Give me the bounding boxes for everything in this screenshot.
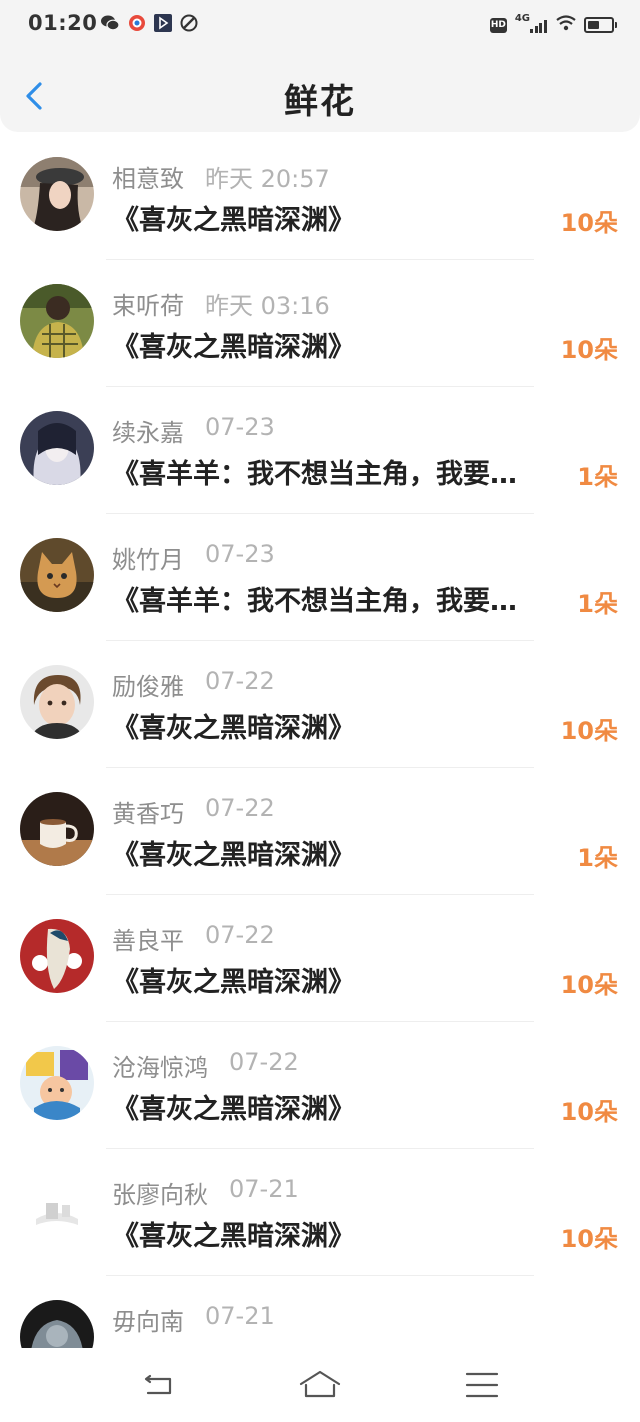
send-time: 昨天 20:57 [205, 165, 330, 193]
work-title[interactable]: 《喜灰之黑暗深渊》 [112, 960, 355, 999]
sender-name: 毋向南 [112, 1308, 184, 1336]
sender-name: 沧海惊鸿 [112, 1054, 208, 1082]
list-item[interactable]: 黄香巧 07-22 《喜灰之黑暗深渊》 1朵 [0, 768, 640, 895]
list-item[interactable]: 张廖向秋 07-21 《喜灰之黑暗深渊》 10朵 [0, 1149, 640, 1276]
send-time: 07-21 [205, 1302, 275, 1330]
work-title[interactable]: 《喜灰之黑暗深渊》 [112, 1341, 355, 1348]
flower-count: 1朵 [577, 590, 618, 618]
home-nav-button[interactable] [298, 1368, 342, 1402]
avatar[interactable] [20, 1046, 94, 1120]
home-icon [299, 1370, 341, 1398]
flower-count: 1朵 [577, 463, 618, 491]
work-title[interactable]: 《喜灰之黑暗深渊》 [112, 1087, 355, 1126]
network-type: 4G [514, 12, 530, 24]
flower-count: 10朵 [560, 1098, 618, 1126]
browser-app-icon [180, 14, 198, 36]
flower-count: 10朵 [560, 717, 618, 745]
menu-icon [465, 1372, 499, 1398]
avatar[interactable] [20, 1300, 94, 1348]
system-status: HD 4G [482, 12, 617, 36]
send-time: 07-22 [205, 794, 275, 822]
battery-level [588, 21, 599, 29]
sender-name: 励俊雅 [112, 673, 184, 701]
flower-count: 1朵 [577, 844, 618, 872]
avatar[interactable] [20, 792, 94, 866]
flower-record-list[interactable]: 相意致 昨天 20:57 《喜灰之黑暗深渊》 10朵 束听荷 昨天 03:16 《喜灰之黑暗… [0, 133, 640, 1348]
list-item[interactable]: 沧海惊鸿 07-22 《喜灰之黑暗深渊》 10朵 [0, 1022, 640, 1149]
signal-icon [530, 18, 548, 33]
list-item[interactable]: 善良平 07-22 《喜灰之黑暗深渊》 10朵 [0, 895, 640, 1022]
flower-count: 10朵 [560, 336, 618, 364]
work-title[interactable]: 《喜灰之黑暗深渊》 [112, 833, 355, 872]
wechat-icon [100, 14, 120, 36]
back-icon [144, 1374, 172, 1395]
wifi-icon [556, 15, 576, 35]
avatar[interactable] [20, 157, 94, 231]
list-item[interactable]: 姚竹月 07-23 《喜羊羊：我不想当主角，我要… 1朵 [0, 514, 640, 641]
sender-name: 黄香巧 [112, 800, 184, 828]
header: 鲜花 [0, 50, 640, 132]
send-time: 07-22 [229, 1048, 299, 1076]
battery-icon [584, 17, 617, 33]
sender-name: 续永嘉 [112, 419, 184, 447]
status-bar: 01:20 HD 4G [0, 0, 640, 50]
send-time: 07-23 [205, 413, 275, 441]
work-title[interactable]: 《喜灰之黑暗深渊》 [112, 198, 355, 237]
work-title[interactable]: 《喜羊羊：我不想当主角，我要… [112, 452, 517, 491]
send-time: 07-23 [205, 540, 275, 568]
avatar[interactable] [20, 1173, 94, 1247]
list-item[interactable]: 励俊雅 07-22 《喜灰之黑暗深渊》 10朵 [0, 641, 640, 768]
system-navigation-bar [0, 1348, 640, 1422]
list-item[interactable]: 续永嘉 07-23 《喜羊羊：我不想当主角，我要… 1朵 [0, 387, 640, 514]
avatar[interactable] [20, 665, 94, 739]
flower-count: 10朵 [560, 209, 618, 237]
list-item[interactable]: 束听荷 昨天 03:16 《喜灰之黑暗深渊》 10朵 [0, 260, 640, 387]
work-title[interactable]: 《喜灰之黑暗深渊》 [112, 325, 355, 364]
avatar[interactable] [20, 411, 94, 485]
send-time: 07-21 [229, 1175, 299, 1203]
sender-name: 相意致 [112, 165, 184, 193]
hd-badge: HD [489, 17, 507, 33]
flower-count: 10朵 [560, 971, 618, 999]
list-item[interactable]: 毋向南 07-21 《喜灰之黑暗深渊》 [0, 1276, 640, 1348]
sender-name: 束听荷 [112, 292, 184, 320]
sender-name: 张廖向秋 [112, 1181, 208, 1209]
send-time: 昨天 03:16 [205, 292, 330, 320]
avatar[interactable] [20, 919, 94, 993]
back-nav-button[interactable] [140, 1368, 180, 1402]
notification-icons [100, 14, 206, 36]
work-title[interactable]: 《喜灰之黑暗深渊》 [112, 1214, 355, 1253]
menu-nav-button[interactable] [462, 1368, 502, 1402]
list-item[interactable]: 相意致 昨天 20:57 《喜灰之黑暗深渊》 10朵 [0, 133, 640, 260]
avatar[interactable] [20, 538, 94, 612]
video-app-icon [154, 14, 172, 36]
flower-count: 10朵 [560, 1225, 618, 1253]
status-time: 01:20 [28, 11, 98, 35]
send-time: 07-22 [205, 921, 275, 949]
avatar[interactable] [20, 284, 94, 358]
bird-app-icon [128, 14, 146, 36]
sender-name: 姚竹月 [112, 546, 184, 574]
work-title[interactable]: 《喜灰之黑暗深渊》 [112, 706, 355, 745]
sender-name: 善良平 [112, 927, 184, 955]
page-title: 鲜花 [284, 82, 356, 122]
work-title[interactable]: 《喜羊羊：我不想当主角，我要… [112, 579, 517, 618]
send-time: 07-22 [205, 667, 275, 695]
